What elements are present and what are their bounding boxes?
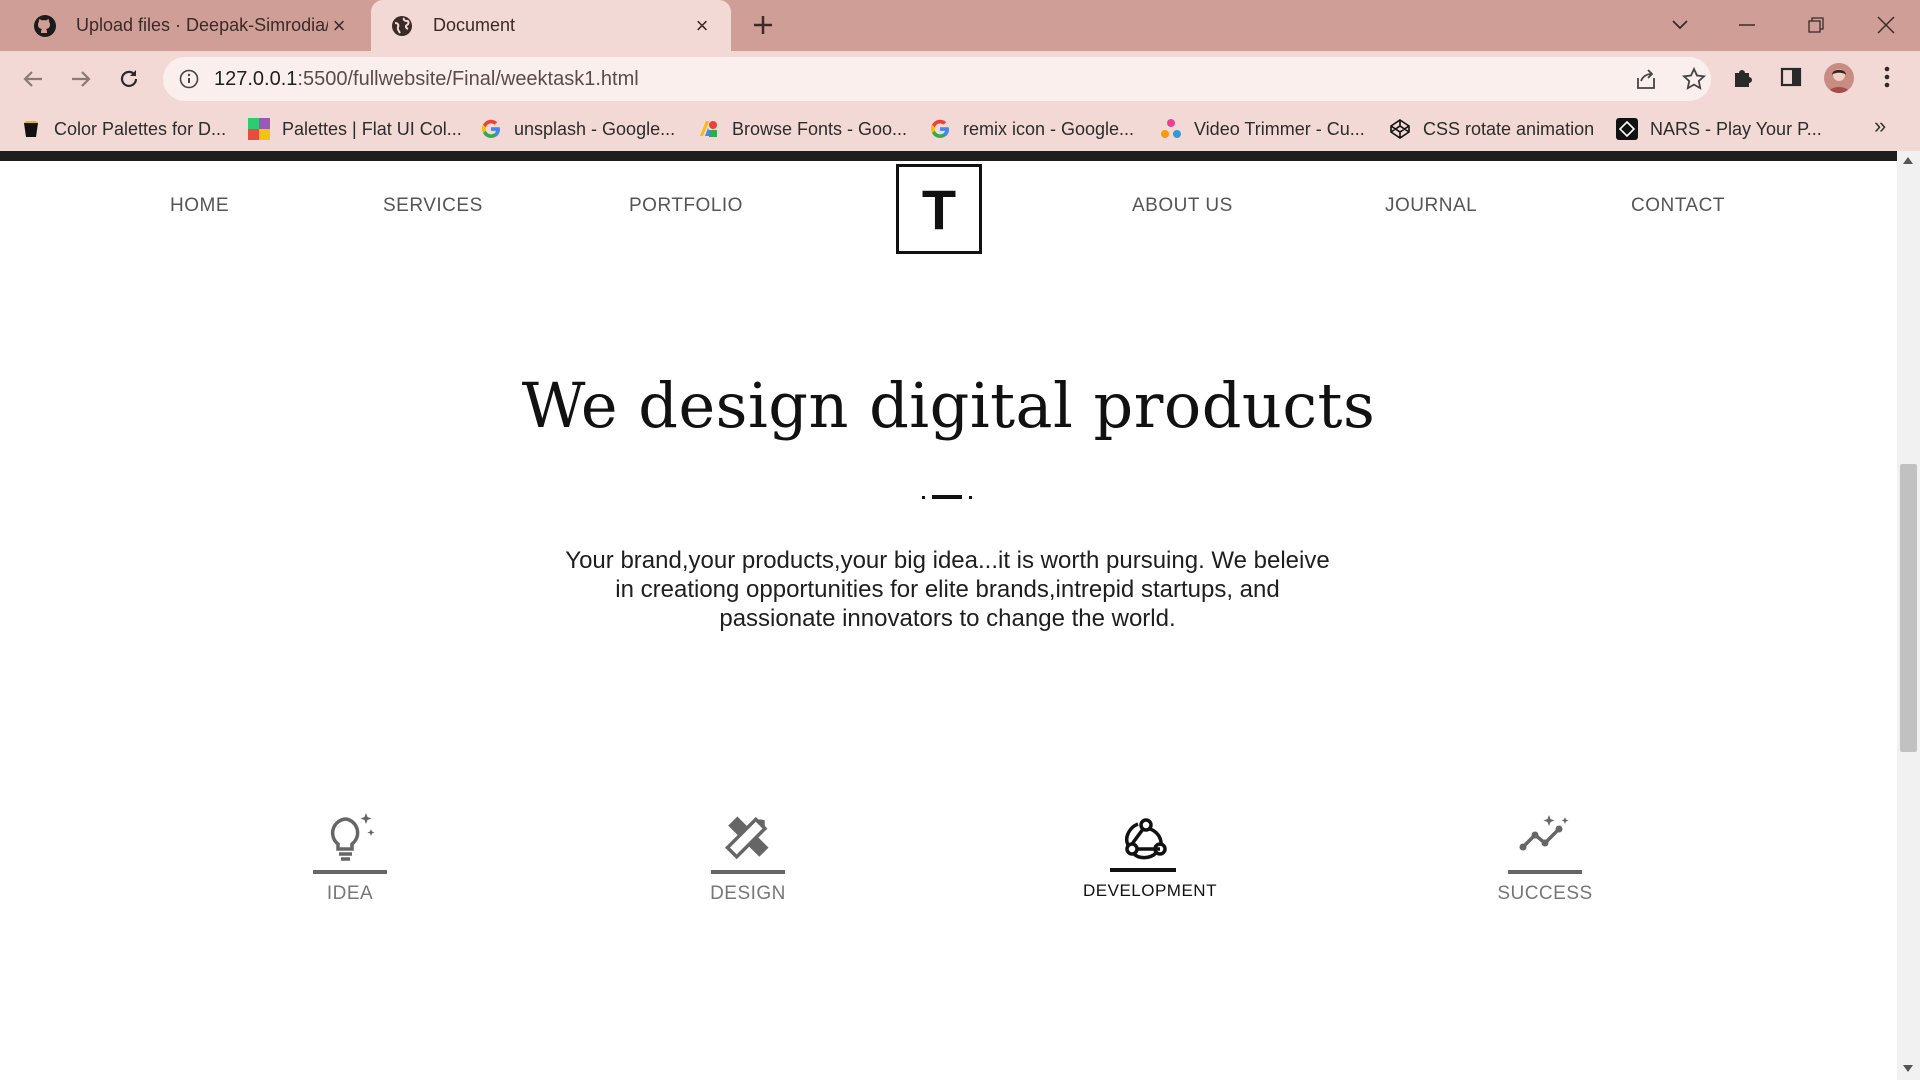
bookmark-item[interactable]: Browse Fonts - Goo...: [698, 115, 907, 143]
bookmark-label: Browse Fonts - Goo...: [732, 118, 908, 139]
close-tab-icon[interactable]: ×: [691, 13, 713, 38]
sparkle-chart-icon: [1519, 815, 1569, 851]
address-bar[interactable]: 127.0.0.1:5500/fullwebsite/Final/weektas…: [163, 57, 1711, 101]
tab-document[interactable]: Document ×: [371, 0, 731, 51]
back-arrow-icon[interactable]: [16, 62, 50, 96]
intro-paragraph: Your brand,your products,your big idea..…: [565, 547, 1330, 632]
menu-kebab-icon[interactable]: [1872, 62, 1902, 92]
feature-label: DESIGN: [710, 883, 786, 904]
feature-design[interactable]: DESIGN: [688, 811, 808, 921]
bookmark-label: unsplash - Google...: [514, 118, 676, 139]
forward-arrow-icon[interactable]: [64, 62, 98, 96]
codepen-icon: [1389, 118, 1411, 140]
video-trimmer-icon: [1160, 118, 1182, 140]
bookmark-item[interactable]: Color Palettes for D...: [20, 115, 226, 143]
bookmark-item[interactable]: Palettes | Flat UI Col...: [248, 115, 462, 143]
bookmark-item[interactable]: CSS rotate animation: [1389, 115, 1594, 143]
restore-icon[interactable]: [1796, 8, 1836, 42]
bookmark-item[interactable]: NARS - Play Your P...: [1616, 115, 1822, 143]
globe-icon: [389, 13, 415, 39]
bookmark-label: NARS - Play Your P...: [1650, 118, 1822, 139]
share-icon[interactable]: [1633, 66, 1659, 92]
nav-services[interactable]: SERVICES: [383, 195, 483, 217]
scroll-up-arrow-icon[interactable]: [1903, 157, 1913, 164]
page-scrollbar[interactable]: [1897, 151, 1920, 1080]
minimize-icon[interactable]: [1727, 8, 1767, 42]
close-window-icon[interactable]: [1866, 8, 1906, 42]
bookmarks-overflow-chevron-icon[interactable]: »: [1874, 113, 1886, 139]
new-tab-icon[interactable]: [748, 10, 778, 40]
bookmark-star-icon[interactable]: [1681, 66, 1707, 92]
tab-upload-files[interactable]: Upload files · Deepak-Simrodia/w ×: [14, 0, 368, 51]
feature-underline: [313, 870, 387, 874]
url-text[interactable]: 127.0.0.1:5500/fullwebsite/Final/weektas…: [214, 68, 639, 91]
feature-success[interactable]: SUCCESS: [1485, 811, 1605, 921]
side-panel-icon[interactable]: [1776, 62, 1806, 92]
pencil-ruler-icon: [725, 816, 769, 860]
url-path: :5500/fullwebsite/Final/weektask1.html: [297, 68, 639, 90]
nav-portfolio[interactable]: PORTFOLIO: [629, 195, 743, 217]
logo-letter: T: [921, 177, 957, 241]
extensions-puzzle-icon[interactable]: [1728, 62, 1758, 92]
bookmark-item[interactable]: remix icon - Google...: [929, 115, 1134, 143]
hero-image-bottom-edge: [0, 151, 1897, 161]
feature-development[interactable]: DEVELOPMENT: [1083, 811, 1216, 921]
bookmark-label: Color Palettes for D...: [54, 118, 227, 139]
page-headline: We design digital products: [521, 369, 1376, 442]
tab-title: Document: [433, 15, 516, 35]
feature-underline: [711, 870, 785, 874]
feature-underline: [1110, 868, 1176, 872]
nav-about-us[interactable]: ABOUT US: [1132, 195, 1233, 217]
feature-underline: [1508, 870, 1582, 874]
feature-idea[interactable]: IDEA: [290, 811, 410, 921]
feature-label: DEVELOPMENT: [1083, 881, 1217, 900]
url-host: 127.0.0.1: [214, 68, 298, 90]
nav-journal[interactable]: JOURNAL: [1385, 195, 1477, 217]
google-icon: [929, 118, 951, 140]
scrollbar-thumb[interactable]: [1900, 464, 1917, 752]
site-info-icon[interactable]: [177, 67, 201, 91]
lightbulb-icon: [330, 813, 375, 861]
bookmark-label: CSS rotate animation: [1423, 118, 1595, 139]
flatui-bookmark-icon: [248, 118, 270, 140]
feature-label: SUCCESS: [1497, 883, 1593, 904]
palette-bookmark-icon: [20, 118, 42, 140]
google-icon: [480, 118, 502, 140]
tab-search-chevron-icon[interactable]: [1660, 8, 1700, 42]
page-viewport: HOME SERVICES PORTFOLIO T ABOUT US JOURN…: [0, 151, 1897, 1080]
nars-icon: [1616, 118, 1638, 140]
bookmark-item[interactable]: Video Trimmer - Cu...: [1160, 115, 1365, 143]
bookmark-item[interactable]: unsplash - Google...: [480, 115, 675, 143]
headline-divider: [922, 495, 972, 499]
close-tab-icon[interactable]: ×: [328, 13, 350, 38]
bookmark-label: remix icon - Google...: [963, 118, 1135, 139]
bookmarks-bar: Color Palettes for D... Palettes | Flat …: [0, 107, 1920, 151]
nav-contact[interactable]: CONTACT: [1631, 195, 1725, 217]
feature-label: IDEA: [326, 883, 374, 904]
bookmark-label: Video Trimmer - Cu...: [1194, 118, 1365, 139]
reload-icon[interactable]: [112, 62, 146, 96]
profile-avatar[interactable]: [1824, 63, 1854, 93]
nav-home[interactable]: HOME: [170, 195, 229, 217]
browser-title-bar: Upload files · Deepak-Simrodia/w × Docum…: [0, 0, 1920, 51]
browser-toolbar: 127.0.0.1:5500/fullwebsite/Final/weektas…: [0, 51, 1920, 107]
site-logo[interactable]: T: [896, 164, 982, 254]
scroll-down-arrow-icon[interactable]: [1903, 1065, 1913, 1072]
github-icon: [32, 13, 58, 39]
bookmark-label: Palettes | Flat UI Col...: [282, 118, 462, 139]
tab-title: Upload files · Deepak-Simrodia/w: [76, 15, 328, 35]
google-fonts-icon: [698, 118, 720, 140]
webhook-icon: [1125, 818, 1167, 860]
